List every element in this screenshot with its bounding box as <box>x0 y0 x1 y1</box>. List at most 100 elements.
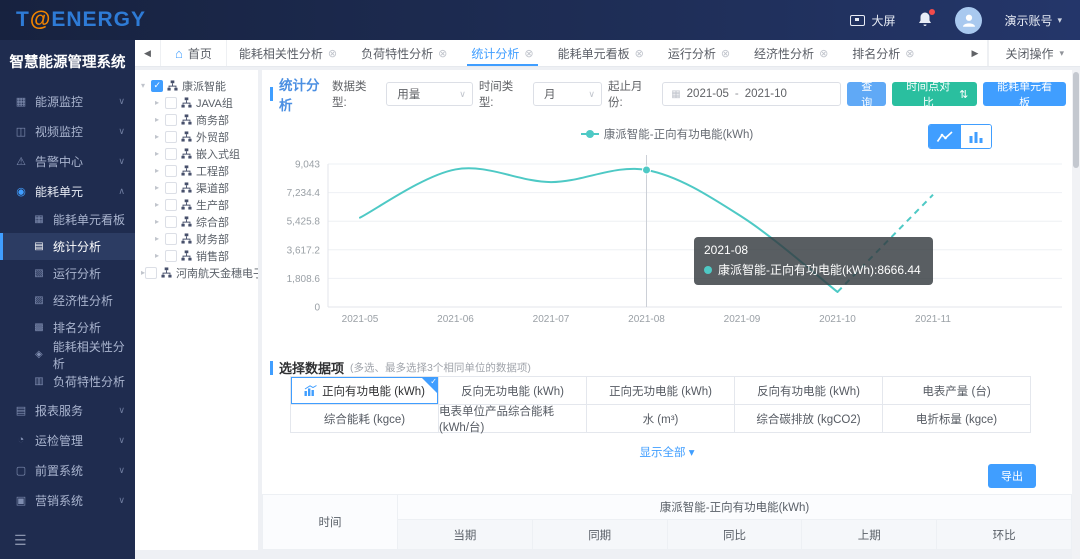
show-all-link[interactable]: 显示全部 ▾ <box>262 444 1072 460</box>
tree-node[interactable]: ▸渠道部 <box>141 179 258 196</box>
close-icon[interactable]: ⊗ <box>438 47 447 60</box>
data-item-standard-coal[interactable]: 电折标量 (kgce) <box>883 405 1031 433</box>
tree-checkbox[interactable] <box>165 250 177 262</box>
sidebar-item-video-monitor[interactable]: ◫视频监控∨ <box>0 116 135 146</box>
close-operations-menu[interactable]: 关闭操作 ▾ <box>988 40 1080 66</box>
tree-node[interactable]: ▸外贸部 <box>141 128 258 145</box>
caret-right-icon[interactable]: ▸ <box>155 115 165 124</box>
tab-statistics[interactable]: 统计分析⊗ <box>459 40 545 66</box>
tab-load-analysis[interactable]: 负荷特性分析⊗ <box>349 40 459 66</box>
energy-board-button[interactable]: 能耗单元看板 <box>983 82 1066 106</box>
tree-node-root[interactable]: ▾ 康派智能 <box>141 77 258 94</box>
tabs-scroll-left[interactable]: ◀ <box>135 40 161 66</box>
range-start-value[interactable]: 2021-05 <box>687 88 729 100</box>
data-item-forward-reactive-energy[interactable]: 正向无功电能 (kWh) <box>587 377 735 405</box>
query-button[interactable]: 查询 <box>847 82 887 106</box>
tree-checkbox[interactable] <box>165 165 177 177</box>
sidebar-item-energy-monitor[interactable]: ▦能源监控∨ <box>0 86 135 116</box>
sidebar-item-economy-analysis[interactable]: ▨经济性分析 <box>0 287 135 314</box>
tree-node[interactable]: ▸销售部 <box>141 247 258 264</box>
tree-checkbox[interactable] <box>151 80 163 92</box>
close-icon[interactable]: ⊗ <box>328 47 337 60</box>
data-item-reverse-reactive-energy[interactable]: 反向无功电能 (kWh) <box>439 377 587 405</box>
data-item-water[interactable]: 水 (m³) <box>587 405 735 433</box>
line-chart-toggle[interactable] <box>929 125 960 148</box>
sidebar-item-energy-unit-board[interactable]: ▦能耗单元看板 <box>0 206 135 233</box>
tree-node[interactable]: ▸商务部 <box>141 111 258 128</box>
data-type-select[interactable]: 用量 ∨ <box>386 82 473 106</box>
data-item-reverse-active-energy[interactable]: 反向有功电能 (kWh) <box>735 377 883 405</box>
scrollbar-thumb[interactable] <box>1073 72 1079 168</box>
bar-chart-toggle[interactable] <box>960 125 991 148</box>
tree-node[interactable]: ▸JAVA组 <box>141 94 258 111</box>
tree-checkbox[interactable] <box>165 182 177 194</box>
time-type-select[interactable]: 月 ∨ <box>533 82 602 106</box>
sidebar-item-load-analysis[interactable]: ▥负荷特性分析 <box>0 368 135 395</box>
month-range-picker[interactable]: ▦ 2021-05 - 2021-10 <box>662 82 841 106</box>
tree-checkbox[interactable] <box>165 114 177 126</box>
tabs-scroll-right[interactable]: ▶ <box>962 40 988 66</box>
caret-right-icon[interactable]: ▸ <box>155 200 165 209</box>
tree-node-sibling[interactable]: ▸ 河南航天金穗电子有 <box>141 264 258 281</box>
tree-node[interactable]: ▸综合部 <box>141 213 258 230</box>
tree-checkbox[interactable] <box>165 233 177 245</box>
chevron-up-icon: ∧ <box>118 186 125 197</box>
tab-ranking-analysis[interactable]: 排名分析⊗ <box>840 40 926 66</box>
caret-right-icon[interactable]: ▸ <box>155 234 165 243</box>
tab-energy-unit-board[interactable]: 能耗单元看板⊗ <box>546 40 656 66</box>
tab-operation-analysis[interactable]: 运行分析⊗ <box>656 40 742 66</box>
notification-bell-icon[interactable] <box>917 11 933 29</box>
tree-checkbox[interactable] <box>165 199 177 211</box>
caret-right-icon[interactable]: ▸ <box>155 98 165 107</box>
export-button[interactable]: 导出 <box>988 464 1036 488</box>
close-icon[interactable]: ⊗ <box>635 47 644 60</box>
tree-node[interactable]: ▸工程部 <box>141 162 258 179</box>
tree-node[interactable]: ▸财务部 <box>141 230 258 247</box>
close-icon[interactable]: ⊗ <box>905 47 914 60</box>
sidebar-item-report-service[interactable]: ▤报表服务∨ <box>0 395 135 425</box>
big-screen-button[interactable]: 大屏 <box>850 12 895 29</box>
sidebar-item-alarm-center[interactable]: ⚠告警中心∨ <box>0 146 135 176</box>
sidebar-item-correlation-analysis[interactable]: ◈能耗相关性分析 <box>0 341 135 368</box>
svg-text:0: 0 <box>314 303 320 314</box>
tab-economy-analysis[interactable]: 经济性分析⊗ <box>742 40 840 66</box>
tree-checkbox[interactable] <box>145 267 157 279</box>
tree-node[interactable]: ▸嵌入式组 <box>141 145 258 162</box>
sidebar-item-front-system[interactable]: ▢前置系统∨ <box>0 455 135 485</box>
range-end-value[interactable]: 2021-10 <box>745 88 787 100</box>
close-icon[interactable]: ⊗ <box>721 47 730 60</box>
caret-down-icon[interactable]: ▾ <box>141 81 151 90</box>
tree-checkbox[interactable] <box>165 148 177 160</box>
data-item-unit-product-energy[interactable]: 电表单位产品综合能耗 (kWh/台) <box>439 405 587 433</box>
caret-right-icon[interactable]: ▸ <box>155 183 165 192</box>
line-chart[interactable]: 01,808.63,617.25,425.87,234.49,0432021-0… <box>262 148 1072 330</box>
data-item-comprehensive-energy[interactable]: 综合能耗 (kgce) <box>291 405 439 433</box>
sidebar-item-marketing-system[interactable]: ▣营销系统∨ <box>0 485 135 515</box>
tab-correlation-analysis[interactable]: 能耗相关性分析⊗ <box>227 40 349 66</box>
sidebar-item-energy-unit[interactable]: ◉能耗单元∧ <box>0 176 135 206</box>
time-compare-button[interactable]: 时间点对比 ⇅ <box>892 82 977 106</box>
account-menu[interactable]: 演示账号 ▾ <box>1004 12 1062 29</box>
tab-home[interactable]: ⌂ 首页 <box>161 40 227 66</box>
tree-checkbox[interactable] <box>165 216 177 228</box>
close-icon[interactable]: ⊗ <box>524 47 533 60</box>
sidebar-item-statistics[interactable]: ▤统计分析 <box>0 233 135 260</box>
sidebar-item-operation-analysis[interactable]: ▧运行分析 <box>0 260 135 287</box>
scrollbar[interactable] <box>1072 70 1080 559</box>
caret-right-icon[interactable]: ▸ <box>155 166 165 175</box>
close-icon[interactable]: ⊗ <box>819 47 828 60</box>
caret-right-icon[interactable]: ▸ <box>155 217 165 226</box>
sidebar-item-inspection[interactable]: ◔运检管理∨ <box>0 425 135 455</box>
tree-checkbox[interactable] <box>165 131 177 143</box>
caret-right-icon[interactable]: ▸ <box>155 251 165 260</box>
data-item-carbon-emission[interactable]: 综合碳排放 (kgCO2) <box>735 405 883 433</box>
avatar[interactable] <box>955 7 982 34</box>
caret-right-icon[interactable]: ▸ <box>155 149 165 158</box>
tree-checkbox[interactable] <box>165 97 177 109</box>
tree-node[interactable]: ▸生产部 <box>141 196 258 213</box>
legend-line-icon <box>581 133 599 135</box>
data-item-meter-output[interactable]: 电表产量 (台) <box>883 377 1031 405</box>
data-item-forward-active-energy[interactable]: 正向有功电能 (kWh) ✓ <box>291 377 439 405</box>
hamburger-icon[interactable]: ☰ <box>14 532 27 549</box>
caret-right-icon[interactable]: ▸ <box>155 132 165 141</box>
